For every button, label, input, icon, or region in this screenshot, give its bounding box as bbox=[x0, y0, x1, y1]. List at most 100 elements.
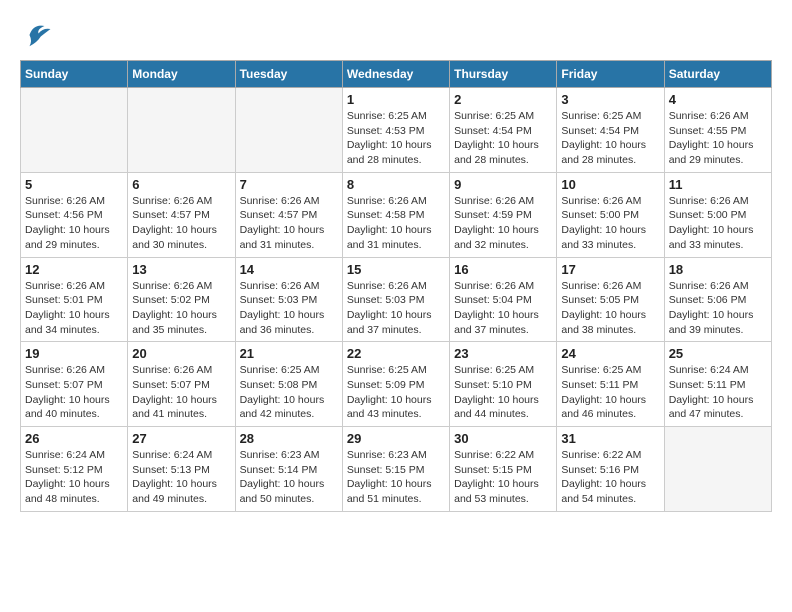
day-info: Sunrise: 6:24 AMSunset: 5:11 PMDaylight:… bbox=[669, 363, 767, 422]
calendar-day-cell: 21Sunrise: 6:25 AMSunset: 5:08 PMDayligh… bbox=[235, 342, 342, 427]
calendar-day-cell: 5 Sunrise: 6:26 AMSunset: 4:56 PMDaylight… bbox=[21, 172, 128, 257]
calendar-day-cell: 17 Sunrise: 6:26 AMSunset: 5:05 PMDayligh… bbox=[557, 257, 664, 342]
day-of-week-header: Tuesday bbox=[235, 61, 342, 88]
day-number: 5 bbox=[25, 177, 123, 192]
day-info: Sunrise: 6:25 AMSunset: 4:54 PMDaylight:… bbox=[561, 109, 659, 168]
day-number: 13 bbox=[132, 262, 230, 277]
day-info: Sunrise: 6:26 AMSunset: 5:03 PMDaylight:… bbox=[347, 279, 445, 338]
day-info: Sunrise: 6:26 AMSunset: 4:58 PMDaylight:… bbox=[347, 194, 445, 253]
day-number: 19 bbox=[25, 346, 123, 361]
day-number: 10 bbox=[561, 177, 659, 192]
day-number: 15 bbox=[347, 262, 445, 277]
day-number: 21 bbox=[240, 346, 338, 361]
calendar-week-row: 12 Sunrise: 6:26 AMSunset: 5:01 PMDayligh… bbox=[21, 257, 772, 342]
calendar-day-cell: 29 Sunrise: 6:23 AMSunset: 5:15 PMDayligh… bbox=[342, 427, 449, 512]
day-info: Sunrise: 6:26 AMSunset: 5:04 PMDaylight:… bbox=[454, 279, 552, 338]
day-number: 27 bbox=[132, 431, 230, 446]
calendar-table: SundayMondayTuesdayWednesdayThursdayFrid… bbox=[20, 60, 772, 512]
calendar-day-cell: 11 Sunrise: 6:26 AMSunset: 5:00 PMDayligh… bbox=[664, 172, 771, 257]
calendar-day-cell: 26 Sunrise: 6:24 AMSunset: 5:12 PMDayligh… bbox=[21, 427, 128, 512]
calendar-day-cell: 18 Sunrise: 6:26 AMSunset: 5:06 PMDayligh… bbox=[664, 257, 771, 342]
day-info: Sunrise: 6:26 AMSunset: 4:56 PMDaylight:… bbox=[25, 194, 123, 253]
day-info: Sunrise: 6:25 AMSunset: 5:09 PMDaylight:… bbox=[347, 363, 445, 422]
day-info: Sunrise: 6:24 AMSunset: 5:13 PMDaylight:… bbox=[132, 448, 230, 507]
calendar-day-cell: 6 Sunrise: 6:26 AMSunset: 4:57 PMDaylight… bbox=[128, 172, 235, 257]
calendar-day-cell: 24 Sunrise: 6:25 AMSunset: 5:11 PMDayligh… bbox=[557, 342, 664, 427]
day-of-week-header: Monday bbox=[128, 61, 235, 88]
day-number: 26 bbox=[25, 431, 123, 446]
day-info: Sunrise: 6:22 AMSunset: 5:15 PMDaylight:… bbox=[454, 448, 552, 507]
calendar-day-cell: 25 Sunrise: 6:24 AMSunset: 5:11 PMDayligh… bbox=[664, 342, 771, 427]
calendar-day-cell: 16 Sunrise: 6:26 AMSunset: 5:04 PMDayligh… bbox=[450, 257, 557, 342]
calendar-day-cell: 28Sunrise: 6:23 AMSunset: 5:14 PMDayligh… bbox=[235, 427, 342, 512]
calendar-day-cell: 14 Sunrise: 6:26 AMSunset: 5:03 PMDayligh… bbox=[235, 257, 342, 342]
calendar-day-cell: 19 Sunrise: 6:26 AMSunset: 5:07 PMDayligh… bbox=[21, 342, 128, 427]
calendar-day-cell bbox=[235, 88, 342, 173]
day-info: Sunrise: 6:24 AMSunset: 5:12 PMDaylight:… bbox=[25, 448, 123, 507]
calendar-day-cell: 13Sunrise: 6:26 AMSunset: 5:02 PMDayligh… bbox=[128, 257, 235, 342]
calendar-day-cell: 22Sunrise: 6:25 AMSunset: 5:09 PMDayligh… bbox=[342, 342, 449, 427]
calendar-day-cell: 10Sunrise: 6:26 AMSunset: 5:00 PMDayligh… bbox=[557, 172, 664, 257]
day-number: 8 bbox=[347, 177, 445, 192]
day-number: 9 bbox=[454, 177, 552, 192]
day-number: 31 bbox=[561, 431, 659, 446]
day-info: Sunrise: 6:25 AMSunset: 5:10 PMDaylight:… bbox=[454, 363, 552, 422]
day-of-week-header: Sunday bbox=[21, 61, 128, 88]
day-info: Sunrise: 6:26 AMSunset: 5:05 PMDaylight:… bbox=[561, 279, 659, 338]
day-of-week-header: Friday bbox=[557, 61, 664, 88]
day-number: 7 bbox=[240, 177, 338, 192]
day-number: 24 bbox=[561, 346, 659, 361]
calendar-day-cell bbox=[664, 427, 771, 512]
calendar-day-cell: 1 Sunrise: 6:25 AMSunset: 4:53 PMDaylight… bbox=[342, 88, 449, 173]
day-number: 17 bbox=[561, 262, 659, 277]
day-number: 30 bbox=[454, 431, 552, 446]
day-number: 23 bbox=[454, 346, 552, 361]
calendar-day-cell: 3 Sunrise: 6:25 AMSunset: 4:54 PMDaylight… bbox=[557, 88, 664, 173]
day-number: 28 bbox=[240, 431, 338, 446]
calendar-day-cell: 31 Sunrise: 6:22 AMSunset: 5:16 PMDayligh… bbox=[557, 427, 664, 512]
calendar-day-cell: 4 Sunrise: 6:26 AMSunset: 4:55 PMDaylight… bbox=[664, 88, 771, 173]
day-number: 4 bbox=[669, 92, 767, 107]
day-number: 18 bbox=[669, 262, 767, 277]
day-info: Sunrise: 6:23 AMSunset: 5:15 PMDaylight:… bbox=[347, 448, 445, 507]
calendar-day-cell: 15 Sunrise: 6:26 AMSunset: 5:03 PMDayligh… bbox=[342, 257, 449, 342]
day-number: 3 bbox=[561, 92, 659, 107]
day-number: 1 bbox=[347, 92, 445, 107]
day-info: Sunrise: 6:26 AMSunset: 4:59 PMDaylight:… bbox=[454, 194, 552, 253]
day-info: Sunrise: 6:26 AMSunset: 5:03 PMDaylight:… bbox=[240, 279, 338, 338]
day-info: Sunrise: 6:25 AMSunset: 4:53 PMDaylight:… bbox=[347, 109, 445, 168]
calendar-day-cell: 9 Sunrise: 6:26 AMSunset: 4:59 PMDaylight… bbox=[450, 172, 557, 257]
logo-icon bbox=[22, 20, 52, 50]
day-of-week-header: Wednesday bbox=[342, 61, 449, 88]
day-info: Sunrise: 6:22 AMSunset: 5:16 PMDaylight:… bbox=[561, 448, 659, 507]
day-info: Sunrise: 6:26 AMSunset: 5:01 PMDaylight:… bbox=[25, 279, 123, 338]
day-info: Sunrise: 6:26 AMSunset: 4:55 PMDaylight:… bbox=[669, 109, 767, 168]
day-number: 16 bbox=[454, 262, 552, 277]
day-info: Sunrise: 6:26 AMSunset: 5:06 PMDaylight:… bbox=[669, 279, 767, 338]
day-number: 14 bbox=[240, 262, 338, 277]
day-info: Sunrise: 6:26 AMSunset: 4:57 PMDaylight:… bbox=[132, 194, 230, 253]
day-info: Sunrise: 6:26 AMSunset: 4:57 PMDaylight:… bbox=[240, 194, 338, 253]
calendar-week-row: 1 Sunrise: 6:25 AMSunset: 4:53 PMDaylight… bbox=[21, 88, 772, 173]
calendar-day-cell bbox=[21, 88, 128, 173]
calendar-day-cell: 20 Sunrise: 6:26 AMSunset: 5:07 PMDayligh… bbox=[128, 342, 235, 427]
day-number: 25 bbox=[669, 346, 767, 361]
calendar-day-cell bbox=[128, 88, 235, 173]
calendar-day-cell: 7 Sunrise: 6:26 AMSunset: 4:57 PMDaylight… bbox=[235, 172, 342, 257]
day-number: 2 bbox=[454, 92, 552, 107]
day-number: 12 bbox=[25, 262, 123, 277]
page-header bbox=[20, 20, 772, 50]
day-info: Sunrise: 6:26 AMSunset: 5:07 PMDaylight:… bbox=[132, 363, 230, 422]
day-number: 11 bbox=[669, 177, 767, 192]
day-info: Sunrise: 6:26 AMSunset: 5:00 PMDaylight:… bbox=[669, 194, 767, 253]
calendar-week-row: 19 Sunrise: 6:26 AMSunset: 5:07 PMDayligh… bbox=[21, 342, 772, 427]
day-of-week-header: Thursday bbox=[450, 61, 557, 88]
day-info: Sunrise: 6:26 AMSunset: 5:07 PMDaylight:… bbox=[25, 363, 123, 422]
calendar-day-cell: 2 Sunrise: 6:25 AMSunset: 4:54 PMDaylight… bbox=[450, 88, 557, 173]
day-number: 20 bbox=[132, 346, 230, 361]
day-number: 29 bbox=[347, 431, 445, 446]
day-number: 6 bbox=[132, 177, 230, 192]
day-info: Sunrise: 6:25 AMSunset: 4:54 PMDaylight:… bbox=[454, 109, 552, 168]
day-info: Sunrise: 6:25 AMSunset: 5:11 PMDaylight:… bbox=[561, 363, 659, 422]
calendar-day-cell: 30 Sunrise: 6:22 AMSunset: 5:15 PMDayligh… bbox=[450, 427, 557, 512]
